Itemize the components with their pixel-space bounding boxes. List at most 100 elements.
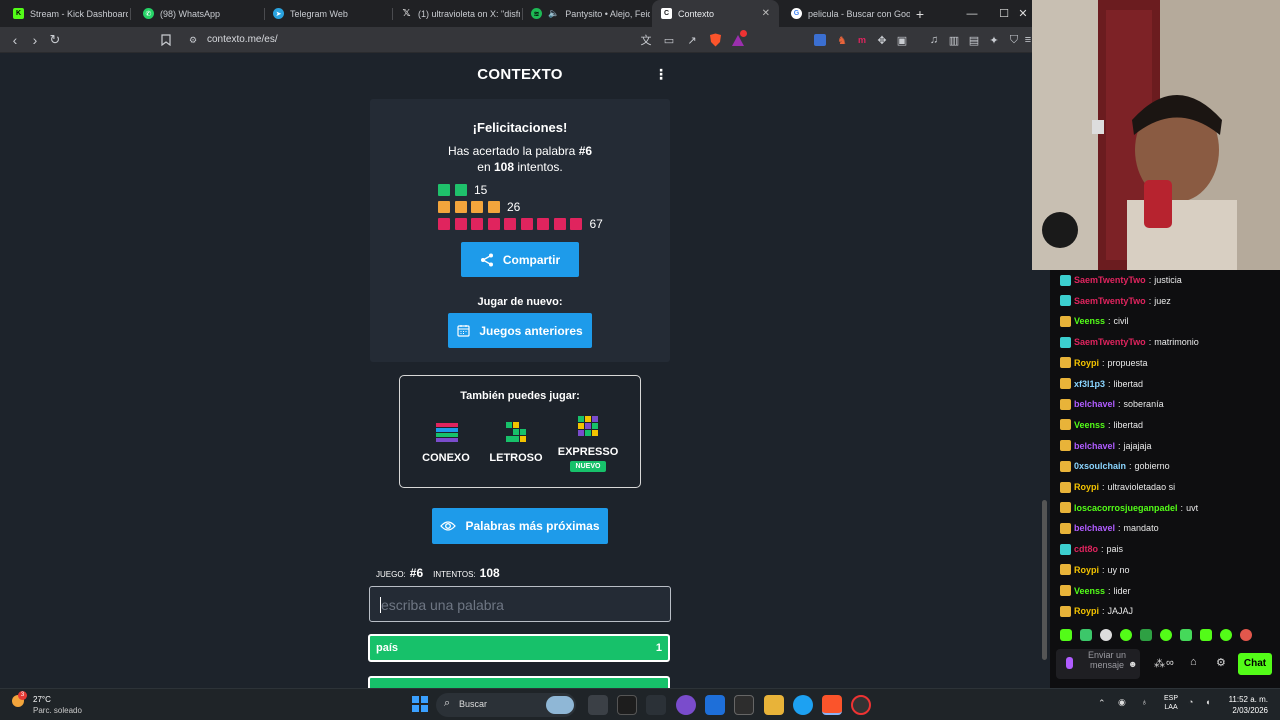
tab-telegram[interactable]: ➤ Telegram Web (264, 0, 392, 27)
chat-username[interactable]: belchavel (1074, 441, 1115, 451)
users-icon[interactable]: ⁂ (1154, 657, 1165, 670)
windows-start-icon[interactable] (412, 696, 428, 712)
bookmark-icon[interactable] (158, 32, 174, 48)
task-view-icon[interactable] (588, 695, 608, 715)
wifi-icon[interactable]: ◔ (1188, 697, 1193, 707)
app-terminal-icon[interactable] (734, 695, 754, 715)
infinity-icon[interactable]: ∞ (1166, 657, 1174, 669)
chat-input[interactable]: Enviar un mensaje ☻ (1056, 649, 1140, 679)
chat-username[interactable]: Veenss (1074, 316, 1105, 326)
chat-username[interactable]: belchavel (1074, 523, 1115, 533)
tray-network-icon[interactable]: ◉ (1118, 697, 1126, 708)
chat-username[interactable]: SaemTwentyTwo (1074, 337, 1146, 347)
chat-username[interactable]: Roypi (1074, 358, 1099, 368)
language-indicator[interactable]: ESP LAA (1164, 694, 1178, 712)
emote-icon[interactable] (1060, 629, 1072, 641)
tray-chevron-icon[interactable]: ⌃ (1098, 698, 1106, 709)
chat-username[interactable]: cdt8o (1074, 544, 1098, 554)
reload-icon[interactable]: ↻ (47, 32, 63, 48)
chat-username[interactable]: 0xsoulchain (1074, 461, 1126, 471)
leo-ai-icon[interactable]: ✦ (986, 32, 1002, 48)
emote-icon[interactable] (1140, 629, 1152, 641)
app-obs-icon[interactable] (851, 695, 871, 715)
minimize-button[interactable]: — (956, 0, 988, 27)
brave-rewards-icon[interactable] (730, 30, 747, 48)
chat-settings-icon[interactable]: ⚙ (1216, 656, 1226, 669)
microphone-icon[interactable] (1066, 657, 1073, 669)
chat-username[interactable]: Veenss (1074, 586, 1105, 596)
share-page-icon[interactable]: ↗ (684, 32, 700, 48)
emote-icon[interactable] (1240, 629, 1252, 641)
site-settings-icon[interactable]: ⚙ (185, 32, 201, 48)
letroso-link[interactable]: LETROSO (482, 420, 550, 470)
closest-words-button[interactable]: Palabras más próximas (432, 508, 608, 544)
chat-badge-icon (1060, 522, 1071, 534)
emote-icon[interactable] (1080, 629, 1092, 641)
app-capcut-icon[interactable] (617, 695, 637, 715)
chat-username[interactable]: SaemTwentyTwo (1074, 275, 1146, 285)
volume-icon[interactable]: ◖ (1205, 697, 1210, 707)
chat-username[interactable]: SaemTwentyTwo (1074, 296, 1146, 306)
tab-kick-dashboard[interactable]: K Stream - Kick Dashboard (4, 0, 128, 27)
chat-username[interactable]: loscacorrosjueganpadel (1074, 503, 1178, 513)
emote-icon[interactable] (1100, 629, 1112, 641)
back-icon[interactable]: ‹ (7, 32, 23, 48)
new-tab-button[interactable]: + (904, 0, 936, 27)
close-window-button[interactable]: ✕ (1014, 0, 1032, 27)
chat-username[interactable]: belchavel (1074, 399, 1115, 409)
app-store-icon[interactable] (705, 695, 725, 715)
extensions-puzzle-icon[interactable]: ✥ (874, 32, 890, 48)
extension-screen-icon[interactable]: ▣ (894, 32, 910, 48)
tab-spotify[interactable]: ≋ 🔈 Pantysito • Alejo, Feid, (522, 0, 650, 27)
app-snipping-icon[interactable] (646, 695, 666, 715)
tab-x-twitter[interactable]: 𝕏 (1) ultravioleta on X: "disfru (392, 0, 520, 27)
chat-separator: : (1108, 316, 1111, 327)
taskbar-search[interactable]: ⌕ Buscar (436, 693, 576, 717)
emote-icon[interactable] (1220, 629, 1232, 641)
emote-icon[interactable] (1200, 629, 1212, 641)
close-tab-icon[interactable]: ✕ (762, 8, 770, 19)
cast-icon[interactable]: ▭ (661, 32, 677, 48)
share-button[interactable]: Compartir (461, 242, 579, 277)
tab-google-search[interactable]: G pelicula - Buscar con Goog (782, 0, 910, 27)
app-edge-icon[interactable] (793, 695, 813, 715)
clock[interactable]: 11:52 a. m. 2/03/2026 (1229, 694, 1268, 716)
chat-username[interactable]: Roypi (1074, 606, 1099, 616)
chat-username[interactable]: Roypi (1074, 482, 1099, 492)
address-bar-url[interactable]: contexto.me/es/ (207, 34, 278, 45)
word-input[interactable]: escriba una palabra (369, 586, 671, 622)
kebab-menu-icon[interactable]: ⋮ (654, 66, 668, 83)
send-chat-button[interactable]: Chat (1238, 653, 1272, 675)
previous-games-button[interactable]: Juegos anteriores (448, 313, 592, 348)
extension-m-icon[interactable]: m (854, 32, 870, 48)
tray-mic-icon[interactable]: ♁ (1141, 697, 1148, 707)
extension-translate-icon[interactable] (814, 34, 826, 46)
tab-contexto[interactable]: C Contexto ✕ (652, 0, 779, 27)
emote-icon[interactable] (1120, 629, 1132, 641)
app-copilot-icon[interactable] (676, 695, 696, 715)
translate-icon[interactable]: 文 (638, 32, 654, 48)
emote-icon[interactable] (1160, 629, 1172, 641)
kick-icon: K (13, 8, 24, 19)
sidebar-icon[interactable]: ▥ (946, 32, 962, 48)
chat-username[interactable]: Veenss (1074, 420, 1105, 430)
forward-icon[interactable]: › (27, 32, 43, 48)
chat-username[interactable]: Roypi (1074, 565, 1099, 575)
vpn-shield-icon[interactable]: ⛉ (1006, 32, 1022, 48)
emote-icon[interactable] (1180, 629, 1192, 641)
emoji-icon[interactable]: ☻ (1128, 659, 1137, 669)
wallet-icon[interactable]: ▤ (966, 32, 982, 48)
media-control-icon[interactable]: ♫ (926, 32, 942, 48)
expresso-link[interactable]: EXPRESSO NUEVO (554, 414, 622, 476)
store-icon[interactable]: ⌂ (1190, 656, 1197, 668)
tab-whatsapp[interactable]: ✆ (98) WhatsApp (134, 0, 262, 27)
conexo-link[interactable]: CONEXO (412, 420, 480, 470)
menu-icon[interactable]: ≡ (1024, 32, 1032, 48)
app-brave-icon[interactable] (822, 695, 842, 715)
weather-icon[interactable]: 3 (12, 691, 30, 713)
extension-fox-icon[interactable]: ♞ (834, 32, 850, 48)
scrollbar-thumb[interactable] (1042, 500, 1047, 660)
chat-username[interactable]: xf3l1p3 (1074, 379, 1105, 389)
app-explorer-icon[interactable] (764, 695, 784, 715)
brave-shield-icon[interactable] (707, 32, 723, 48)
